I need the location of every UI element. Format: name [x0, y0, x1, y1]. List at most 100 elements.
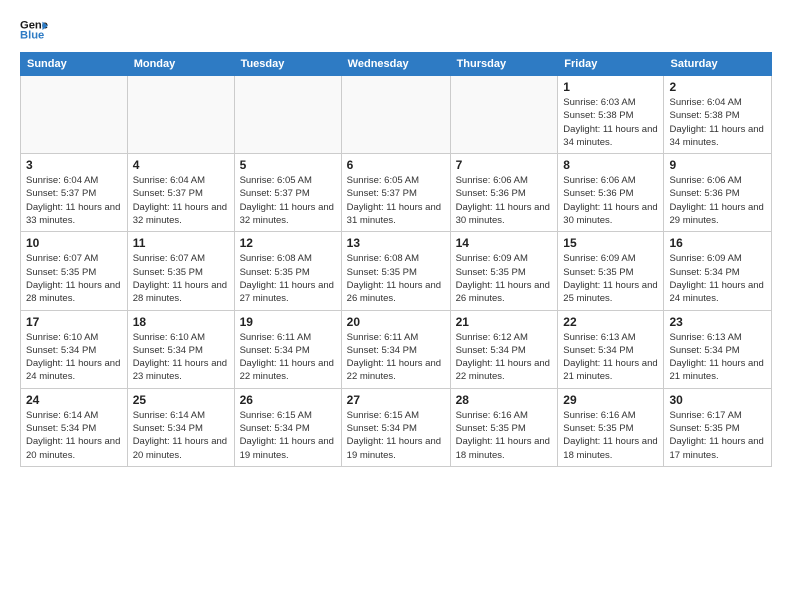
day-cell: 11 Sunrise: 6:07 AM Sunset: 5:35 PM Dayli… — [127, 232, 234, 310]
day-number: 7 — [456, 158, 553, 172]
day-cell: 13 Sunrise: 6:08 AM Sunset: 5:35 PM Dayli… — [341, 232, 450, 310]
day-cell: 18 Sunrise: 6:10 AM Sunset: 5:34 PM Dayli… — [127, 310, 234, 388]
day-cell — [127, 76, 234, 154]
day-cell: 12Sunrise: 6:08 AM Sunset: 5:35 PM Dayli… — [234, 232, 341, 310]
day-number: 6 — [347, 158, 445, 172]
day-info: Sunrise: 6:12 AM Sunset: 5:34 PM Dayligh… — [456, 331, 553, 384]
day-info: Sunrise: 6:08 AM Sunset: 5:35 PM Dayligh… — [347, 252, 445, 305]
day-number: 15 — [563, 236, 658, 250]
day-cell: 30 Sunrise: 6:17 AM Sunset: 5:35 PM Dayli… — [664, 388, 772, 466]
day-info: Sunrise: 6:10 AM Sunset: 5:34 PM Dayligh… — [26, 331, 122, 384]
week-row-1: 3 Sunrise: 6:04 AM Sunset: 5:37 PM Daylig… — [21, 154, 772, 232]
day-number: 16 — [669, 236, 766, 250]
day-info: Sunrise: 6:07 AM Sunset: 5:35 PM Dayligh… — [133, 252, 229, 305]
day-cell: 2 Sunrise: 6:04 AM Sunset: 5:38 PM Daylig… — [664, 76, 772, 154]
day-info: Sunrise: 6:15 AM Sunset: 5:34 PM Dayligh… — [347, 409, 445, 462]
day-cell — [21, 76, 128, 154]
day-cell: 10 Sunrise: 6:07 AM Sunset: 5:35 PM Dayli… — [21, 232, 128, 310]
logo: General Blue — [20, 16, 50, 44]
weekday-header-thursday: Thursday — [450, 53, 558, 76]
day-info: Sunrise: 6:14 AM Sunset: 5:34 PM Dayligh… — [133, 409, 229, 462]
weekday-header-saturday: Saturday — [664, 53, 772, 76]
day-cell: 15 Sunrise: 6:09 AM Sunset: 5:35 PM Dayli… — [558, 232, 664, 310]
day-number: 17 — [26, 315, 122, 329]
weekday-header-tuesday: Tuesday — [234, 53, 341, 76]
day-number: 30 — [669, 393, 766, 407]
day-cell: 22 Sunrise: 6:13 AM Sunset: 5:34 PM Dayli… — [558, 310, 664, 388]
day-info: Sunrise: 6:13 AM Sunset: 5:34 PM Dayligh… — [563, 331, 658, 384]
day-info: Sunrise: 6:11 AM Sunset: 5:34 PM Dayligh… — [240, 331, 336, 384]
weekday-header-wednesday: Wednesday — [341, 53, 450, 76]
day-number: 28 — [456, 393, 553, 407]
day-info: Sunrise: 6:04 AM Sunset: 5:37 PM Dayligh… — [26, 174, 122, 227]
day-cell — [450, 76, 558, 154]
day-number: 18 — [133, 315, 229, 329]
day-cell: 19 Sunrise: 6:11 AM Sunset: 5:34 PM Dayli… — [234, 310, 341, 388]
weekday-header-sunday: Sunday — [21, 53, 128, 76]
day-info: Sunrise: 6:04 AM Sunset: 5:38 PM Dayligh… — [669, 96, 766, 149]
logo-icon: General Blue — [20, 16, 48, 44]
day-cell: 5Sunrise: 6:05 AM Sunset: 5:37 PM Daylig… — [234, 154, 341, 232]
weekday-header-friday: Friday — [558, 53, 664, 76]
day-number: 24 — [26, 393, 122, 407]
day-info: Sunrise: 6:03 AM Sunset: 5:38 PM Dayligh… — [563, 96, 658, 149]
day-cell: 26Sunrise: 6:15 AM Sunset: 5:34 PM Dayli… — [234, 388, 341, 466]
day-cell: 25 Sunrise: 6:14 AM Sunset: 5:34 PM Dayli… — [127, 388, 234, 466]
day-info: Sunrise: 6:14 AM Sunset: 5:34 PM Dayligh… — [26, 409, 122, 462]
day-number: 13 — [347, 236, 445, 250]
day-number: 11 — [133, 236, 229, 250]
day-cell: 21 Sunrise: 6:12 AM Sunset: 5:34 PM Dayli… — [450, 310, 558, 388]
day-info: Sunrise: 6:16 AM Sunset: 5:35 PM Dayligh… — [456, 409, 553, 462]
day-number: 10 — [26, 236, 122, 250]
day-cell: 9Sunrise: 6:06 AM Sunset: 5:36 PM Daylig… — [664, 154, 772, 232]
day-info: Sunrise: 6:05 AM Sunset: 5:37 PM Dayligh… — [347, 174, 445, 227]
day-cell: 24 Sunrise: 6:14 AM Sunset: 5:34 PM Dayli… — [21, 388, 128, 466]
day-info: Sunrise: 6:17 AM Sunset: 5:35 PM Dayligh… — [669, 409, 766, 462]
day-cell — [234, 76, 341, 154]
day-number: 25 — [133, 393, 229, 407]
week-row-3: 17 Sunrise: 6:10 AM Sunset: 5:34 PM Dayli… — [21, 310, 772, 388]
day-number: 14 — [456, 236, 553, 250]
svg-text:Blue: Blue — [20, 29, 44, 41]
day-cell — [341, 76, 450, 154]
weekday-header-row: SundayMondayTuesdayWednesdayThursdayFrid… — [21, 53, 772, 76]
day-cell: 17 Sunrise: 6:10 AM Sunset: 5:34 PM Dayli… — [21, 310, 128, 388]
day-cell: 23Sunrise: 6:13 AM Sunset: 5:34 PM Dayli… — [664, 310, 772, 388]
day-number: 4 — [133, 158, 229, 172]
day-info: Sunrise: 6:06 AM Sunset: 5:36 PM Dayligh… — [563, 174, 658, 227]
day-info: Sunrise: 6:07 AM Sunset: 5:35 PM Dayligh… — [26, 252, 122, 305]
day-info: Sunrise: 6:04 AM Sunset: 5:37 PM Dayligh… — [133, 174, 229, 227]
header: General Blue — [20, 16, 772, 44]
day-info: Sunrise: 6:09 AM Sunset: 5:35 PM Dayligh… — [563, 252, 658, 305]
day-cell: 1Sunrise: 6:03 AM Sunset: 5:38 PM Daylig… — [558, 76, 664, 154]
day-cell: 20Sunrise: 6:11 AM Sunset: 5:34 PM Dayli… — [341, 310, 450, 388]
day-info: Sunrise: 6:10 AM Sunset: 5:34 PM Dayligh… — [133, 331, 229, 384]
day-number: 3 — [26, 158, 122, 172]
day-number: 21 — [456, 315, 553, 329]
day-cell: 28 Sunrise: 6:16 AM Sunset: 5:35 PM Dayli… — [450, 388, 558, 466]
day-info: Sunrise: 6:06 AM Sunset: 5:36 PM Dayligh… — [669, 174, 766, 227]
day-cell: 3 Sunrise: 6:04 AM Sunset: 5:37 PM Daylig… — [21, 154, 128, 232]
day-info: Sunrise: 6:11 AM Sunset: 5:34 PM Dayligh… — [347, 331, 445, 384]
day-number: 27 — [347, 393, 445, 407]
day-cell: 8 Sunrise: 6:06 AM Sunset: 5:36 PM Daylig… — [558, 154, 664, 232]
day-number: 8 — [563, 158, 658, 172]
day-number: 19 — [240, 315, 336, 329]
day-cell: 4 Sunrise: 6:04 AM Sunset: 5:37 PM Daylig… — [127, 154, 234, 232]
day-cell: 6 Sunrise: 6:05 AM Sunset: 5:37 PM Daylig… — [341, 154, 450, 232]
day-info: Sunrise: 6:09 AM Sunset: 5:34 PM Dayligh… — [669, 252, 766, 305]
day-cell: 14 Sunrise: 6:09 AM Sunset: 5:35 PM Dayli… — [450, 232, 558, 310]
day-info: Sunrise: 6:09 AM Sunset: 5:35 PM Dayligh… — [456, 252, 553, 305]
day-info: Sunrise: 6:06 AM Sunset: 5:36 PM Dayligh… — [456, 174, 553, 227]
day-cell: 29 Sunrise: 6:16 AM Sunset: 5:35 PM Dayli… — [558, 388, 664, 466]
day-number: 29 — [563, 393, 658, 407]
day-number: 2 — [669, 80, 766, 94]
day-number: 22 — [563, 315, 658, 329]
day-cell: 16 Sunrise: 6:09 AM Sunset: 5:34 PM Dayli… — [664, 232, 772, 310]
day-info: Sunrise: 6:15 AM Sunset: 5:34 PM Dayligh… — [240, 409, 336, 462]
week-row-0: 1Sunrise: 6:03 AM Sunset: 5:38 PM Daylig… — [21, 76, 772, 154]
day-cell: 7 Sunrise: 6:06 AM Sunset: 5:36 PM Daylig… — [450, 154, 558, 232]
weekday-header-monday: Monday — [127, 53, 234, 76]
day-cell: 27 Sunrise: 6:15 AM Sunset: 5:34 PM Dayli… — [341, 388, 450, 466]
day-info: Sunrise: 6:16 AM Sunset: 5:35 PM Dayligh… — [563, 409, 658, 462]
